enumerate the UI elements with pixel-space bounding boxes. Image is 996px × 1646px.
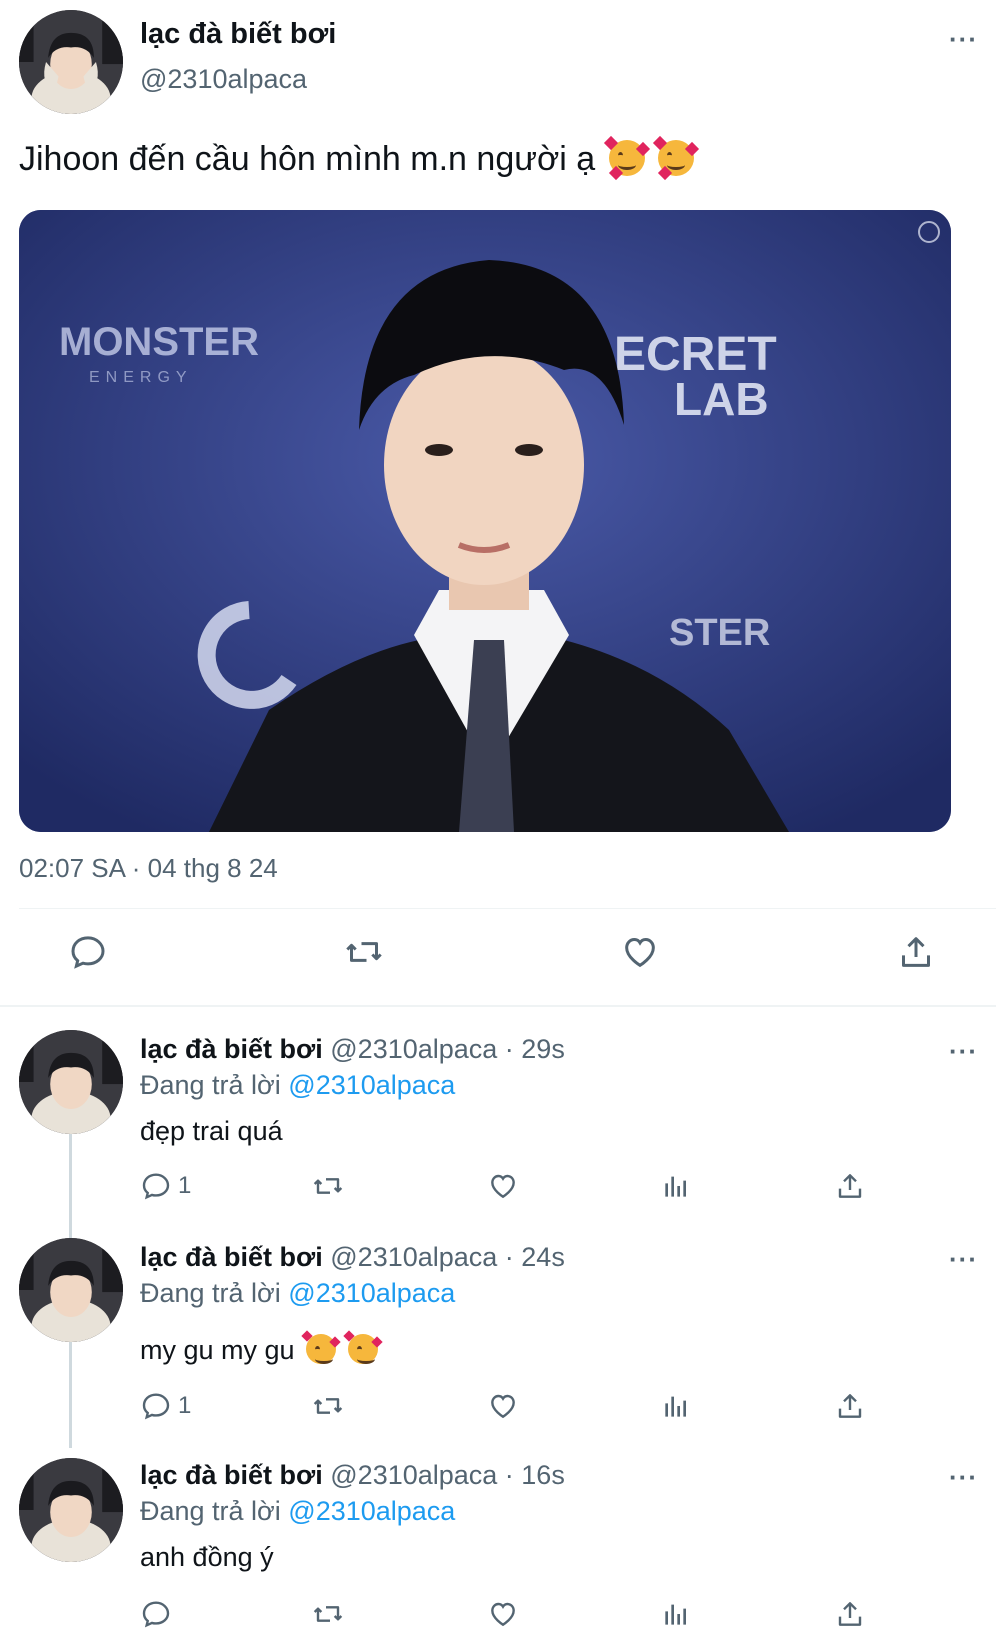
reply-display-name[interactable]: lạc đà biết bơi (140, 1034, 323, 1064)
replying-prefix: Đang trả lời (140, 1278, 281, 1308)
analytics-button[interactable] (660, 1598, 692, 1630)
share-button[interactable] (834, 1390, 866, 1422)
analytics-button[interactable] (660, 1170, 692, 1202)
analytics-icon (665, 1604, 686, 1625)
like-button[interactable] (487, 1598, 519, 1630)
reply-button[interactable] (68, 932, 108, 972)
reply-header: lạc đà biết bơi @2310alpaca · 29s (140, 1034, 565, 1065)
backdrop-logo-bottom: STER (669, 612, 770, 654)
replying-to: Đang trả lời @2310alpaca (140, 1070, 455, 1101)
backdrop-logo-left-sub: ENERGY (89, 369, 193, 386)
thread-connector (69, 1130, 72, 1240)
replying-prefix: Đang trả lời (140, 1496, 281, 1526)
reply-button[interactable]: 1 (140, 1390, 191, 1422)
share-icon (838, 1174, 862, 1198)
reply-text: anh đồng ý (140, 1542, 274, 1572)
reply-button[interactable]: 1 (140, 1170, 191, 1202)
heart-icon (491, 1602, 515, 1627)
reply-text: đẹp trai quá (140, 1116, 283, 1146)
heart-icon (491, 1174, 515, 1199)
reply-icon (142, 1393, 170, 1420)
reply-text: my gu my gu (140, 1335, 295, 1365)
post-timestamp[interactable]: 02:07 SA · 04 thg 8 24 (19, 853, 278, 884)
reply-icon (142, 1601, 170, 1628)
replying-to: Đang trả lời @2310alpaca (140, 1278, 455, 1309)
replying-mention[interactable]: @2310alpaca (288, 1278, 455, 1308)
more-options-icon[interactable]: ··· (949, 1036, 978, 1067)
like-button[interactable] (487, 1390, 519, 1422)
post-action-bar (0, 932, 996, 982)
retweet-icon (346, 942, 382, 962)
share-button[interactable] (834, 1170, 866, 1202)
replying-mention[interactable]: @2310alpaca (288, 1070, 455, 1100)
heart-icon (625, 937, 655, 968)
more-options-icon[interactable]: ··· (949, 1462, 978, 1493)
reply-icon (71, 936, 105, 969)
more-options-icon[interactable]: ··· (949, 24, 978, 55)
share-icon (838, 1394, 862, 1418)
reply-meta: @2310alpaca · 29s (330, 1034, 565, 1064)
author-avatar[interactable] (19, 10, 123, 114)
replying-to: Đang trả lời @2310alpaca (140, 1496, 455, 1527)
backdrop-logo-right-2: LAB (674, 373, 769, 425)
post-text-line: Jihoon đến cầu hôn mình m.n người ạ (19, 135, 700, 181)
replying-prefix: Đang trả lời (140, 1070, 281, 1100)
reply-meta: @2310alpaca · 16s (330, 1460, 565, 1490)
reply-avatar[interactable] (19, 1238, 123, 1342)
post-photo[interactable]: MONSTER ENERGY ECRET LAB STER (19, 210, 951, 832)
section-divider (0, 1005, 996, 1007)
heart-icon (491, 1394, 515, 1419)
retweet-icon (313, 1178, 343, 1194)
reply-display-name[interactable]: lạc đà biết bơi (140, 1242, 323, 1272)
analytics-button[interactable] (660, 1390, 692, 1422)
smiling-face-with-hearts-icon (342, 1330, 383, 1364)
like-button[interactable] (620, 932, 660, 972)
reply-avatar[interactable] (19, 1030, 123, 1134)
share-button[interactable] (834, 1598, 866, 1630)
share-icon (838, 1602, 862, 1626)
thread-connector (69, 1338, 72, 1448)
retweet-button[interactable] (310, 1598, 346, 1630)
reply-header: lạc đà biết bơi @2310alpaca · 16s (140, 1460, 565, 1491)
replying-mention[interactable]: @2310alpaca (288, 1496, 455, 1526)
retweet-icon (313, 1398, 343, 1414)
reply-button[interactable] (140, 1598, 172, 1630)
retweet-button[interactable] (310, 1390, 346, 1422)
smiling-face-with-hearts-icon (301, 1330, 341, 1364)
retweet-button[interactable] (310, 1170, 346, 1202)
smiling-face-with-hearts-icon (603, 135, 650, 181)
backdrop-logo-left: MONSTER (59, 320, 259, 364)
retweet-icon (313, 1606, 343, 1622)
more-options-icon[interactable]: ··· (949, 1244, 978, 1275)
reply-header: lạc đà biết bơi @2310alpaca · 24s (140, 1242, 565, 1273)
reply-display-name[interactable]: lạc đà biết bơi (140, 1460, 323, 1490)
divider (19, 908, 996, 909)
retweet-button[interactable] (342, 932, 386, 972)
reply-text-line: my gu my gu (140, 1330, 383, 1366)
analytics-icon (665, 1176, 686, 1197)
share-icon (902, 937, 930, 967)
reply-count: 1 (178, 1172, 192, 1199)
smiling-face-with-hearts-icon (653, 135, 700, 181)
share-button[interactable] (896, 932, 936, 972)
author-handle[interactable]: @2310alpaca (140, 64, 307, 95)
reply-avatar[interactable] (19, 1458, 123, 1562)
reply-count: 1 (178, 1392, 192, 1419)
like-button[interactable] (487, 1170, 519, 1202)
author-display-name[interactable]: lạc đà biết bơi (140, 18, 336, 51)
post-text: Jihoon đến cầu hôn mình m.n người ạ (19, 140, 596, 178)
reply-icon (142, 1173, 170, 1200)
reply-meta: @2310alpaca · 24s (330, 1242, 565, 1272)
analytics-icon (665, 1396, 686, 1417)
